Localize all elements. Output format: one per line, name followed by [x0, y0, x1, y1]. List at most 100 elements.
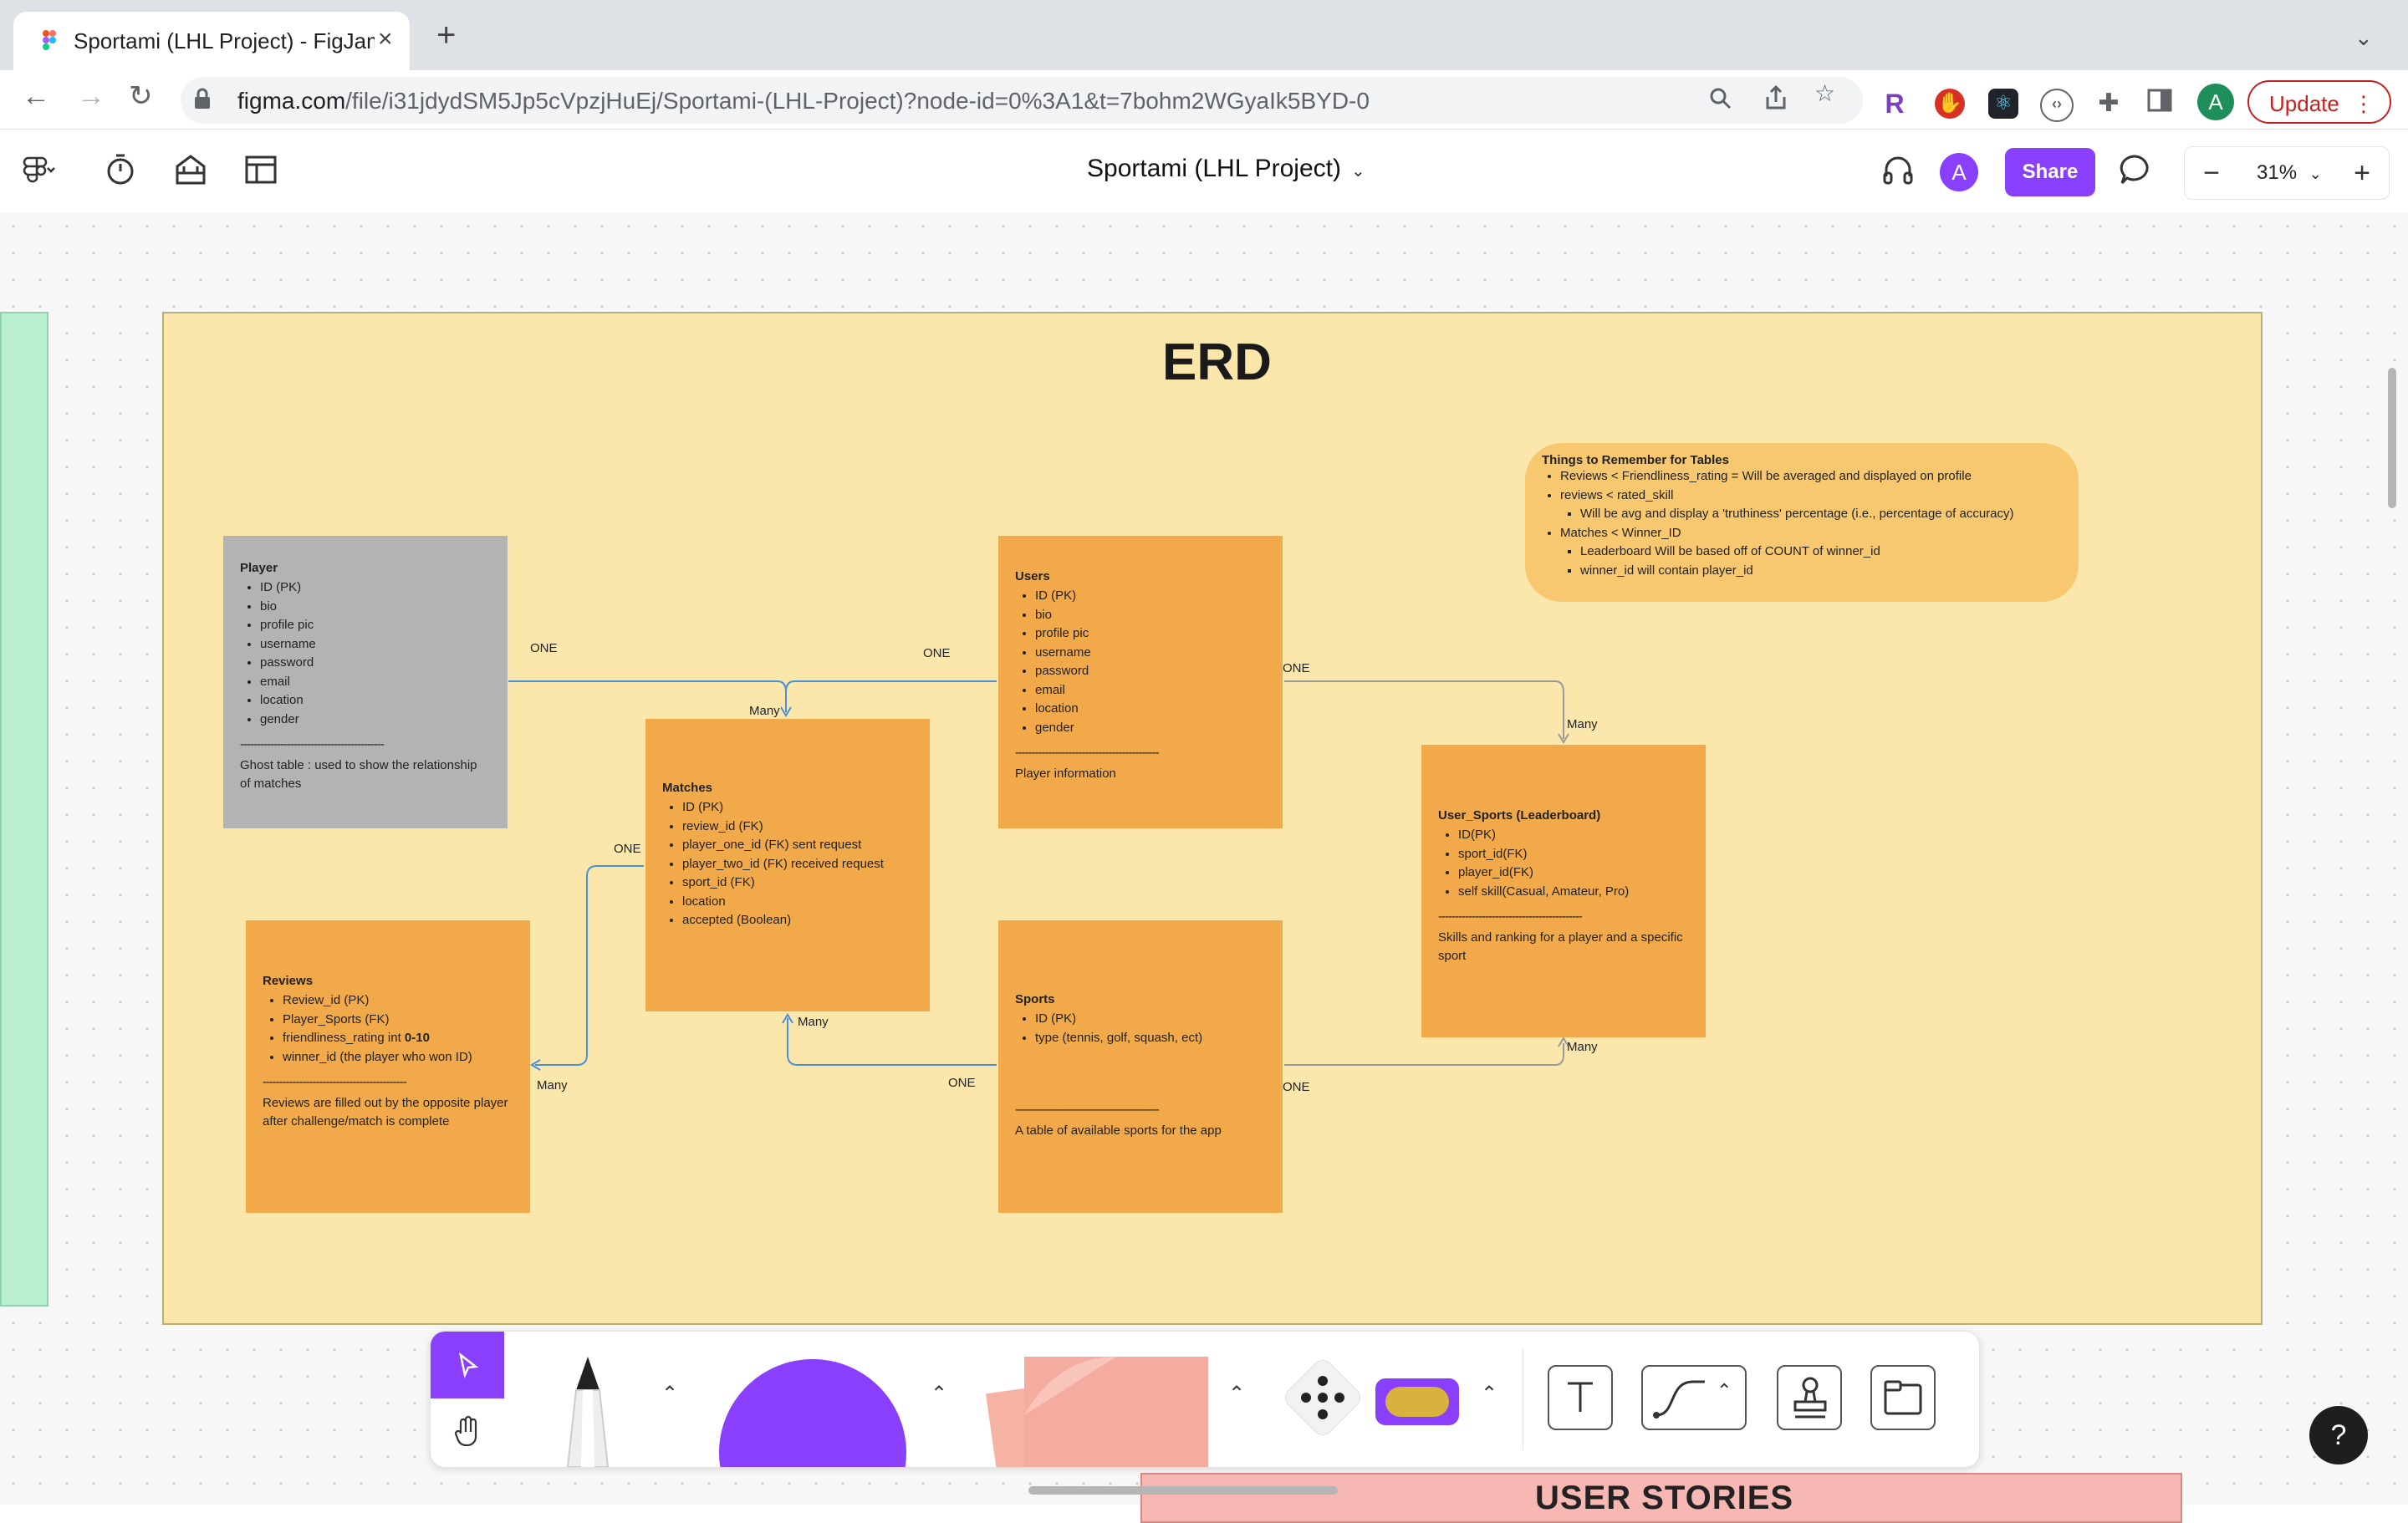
table-field: password	[1035, 662, 1266, 681]
table-field: player_one_id (FK) sent request	[682, 836, 913, 855]
user-stories-section[interactable]: USER STORIES	[1140, 1473, 2182, 1523]
layout-icon[interactable]	[242, 151, 279, 188]
extension-stop-icon[interactable]: ✋	[1935, 89, 1965, 119]
browser-tab-strip: Sportami (LHL Project) - FigJam × + ⌄	[0, 0, 2408, 70]
table-description: Player information	[1015, 767, 1116, 781]
comment-icon[interactable]	[2117, 151, 2154, 188]
table-field: bio	[1035, 606, 1266, 625]
extension-code-icon[interactable]: ‹›	[2040, 89, 2074, 122]
table-description: Skills and ranking for a player and a sp…	[1438, 930, 1683, 963]
creation-toolbar: ⌃ ⌃ ⌃ ⌃ ⌃	[430, 1331, 1980, 1468]
section-title: USER STORIES	[1535, 1480, 1794, 1516]
matches-table[interactable]: Matches ID (PK) review_id (FK) player_on…	[645, 719, 930, 1011]
table-separator: ----------------------------------------…	[1015, 746, 1160, 760]
marker-icon[interactable]	[554, 1357, 621, 1467]
address-bar[interactable]: figma.com/file/i31jdydSM5Jp5cVpzjHuEj/Sp…	[181, 77, 1863, 124]
search-icon[interactable]	[1709, 87, 1732, 110]
table-separator: ----------------------------------------…	[263, 1075, 407, 1089]
chevron-up-icon[interactable]: ⌃	[1717, 1380, 1732, 1402]
file-name-menu[interactable]: Sportami (LHL Project) ⌄	[1087, 155, 1365, 183]
table-field: location	[682, 893, 913, 912]
url-text: figma.com/file/i31jdydSM5Jp5cVpzjHuEj/Sp…	[237, 88, 1370, 114]
erd-title: ERD	[1162, 334, 1272, 391]
sports-table[interactable]: Sports ID (PK) type (tennis, golf, squas…	[998, 920, 1283, 1213]
text-tool[interactable]	[1548, 1365, 1613, 1430]
help-button[interactable]: ?	[2309, 1406, 2368, 1464]
table-field: profile pic	[1035, 624, 1266, 644]
profile-avatar[interactable]: A	[2197, 84, 2234, 120]
table-title: Matches	[662, 781, 713, 795]
table-description: Reviews are filled out by the opposite p…	[263, 1096, 508, 1128]
table-field: sport_id(FK)	[1458, 845, 1689, 864]
extensions-puzzle-icon[interactable]: ✚	[2094, 89, 2124, 119]
extension-r-icon[interactable]: R	[1880, 89, 1910, 119]
zoom-out-button[interactable]: −	[2185, 147, 2238, 199]
vertical-scrollbar[interactable]	[2388, 368, 2396, 508]
notes-sticky[interactable]: Things to Remember for Tables Reviews < …	[1525, 443, 2079, 602]
relation-label: ONE	[923, 646, 951, 660]
notes-subitem: winner_id will contain player_id	[1580, 562, 2062, 581]
browser-tab[interactable]: Sportami (LHL Project) - FigJam ×	[13, 12, 410, 70]
table-field: type (tennis, golf, squash, ect)	[1035, 1029, 1266, 1048]
table-field: ID (PK)	[260, 578, 491, 598]
reviews-table[interactable]: Reviews Review_id (PK) Player_Sports (FK…	[246, 920, 530, 1213]
update-button[interactable]: Update ⋮	[2247, 80, 2391, 124]
table-description: Ghost table : used to show the relations…	[240, 758, 477, 791]
chevron-up-icon[interactable]: ⌃	[931, 1382, 947, 1406]
widgets-icon[interactable]	[1374, 1377, 1461, 1427]
dice-icon[interactable]	[1285, 1360, 1360, 1435]
hand-tool[interactable]	[431, 1398, 504, 1467]
notes-subitem: Leaderboard Will be based off of COUNT o…	[1580, 542, 2062, 562]
notes-item: reviews < rated_skill Will be avg and di…	[1560, 486, 2062, 524]
users-table[interactable]: Users ID (PK) bio profile pic username p…	[998, 536, 1283, 828]
table-field: location	[1035, 700, 1266, 719]
new-tab-icon[interactable]: +	[436, 18, 456, 52]
timer-icon[interactable]	[102, 151, 139, 188]
side-panel-icon[interactable]	[2147, 89, 2172, 112]
relation-label: Many	[1567, 1040, 1598, 1054]
table-separator: ----------------------------------------…	[1015, 1103, 1160, 1117]
connector-tool[interactable]: ⌃	[1641, 1365, 1747, 1430]
collaborator-avatar[interactable]: A	[1940, 153, 1978, 191]
react-devtools-icon[interactable]: ⚛	[1988, 89, 2018, 119]
relation-label: Many	[537, 1078, 568, 1093]
section-tool[interactable]	[1870, 1365, 1936, 1430]
headphones-icon[interactable]	[1880, 151, 1916, 188]
table-field: accepted (Boolean)	[682, 911, 913, 930]
table-field: profile pic	[260, 616, 491, 635]
player-table[interactable]: Player ID (PK) bio profile pic username …	[223, 536, 508, 828]
select-tool[interactable]	[431, 1332, 504, 1398]
stamp-tool[interactable]	[1777, 1365, 1842, 1430]
tab-title: Sportami (LHL Project) - FigJam	[74, 28, 375, 53]
green-section[interactable]	[0, 312, 48, 1307]
table-field: ID (PK)	[682, 798, 913, 818]
table-field: Review_id (PK)	[283, 991, 513, 1011]
table-field: player_id(FK)	[1458, 863, 1689, 883]
stamp-icon	[1793, 1377, 1827, 1419]
chevron-up-icon[interactable]: ⌃	[1228, 1382, 1245, 1406]
chevron-up-icon[interactable]: ⌃	[661, 1382, 678, 1406]
shape-tool-icon[interactable]	[717, 1357, 909, 1467]
horizontal-scrollbar[interactable]	[1028, 1486, 1338, 1495]
figma-menu-icon[interactable]	[20, 151, 57, 188]
library-icon[interactable]	[172, 151, 209, 188]
sticky-note-icon[interactable]	[974, 1357, 1217, 1467]
more-vert-icon: ⋮	[2353, 91, 2375, 116]
table-field: email	[260, 673, 491, 692]
zoom-in-button[interactable]: +	[2335, 147, 2389, 199]
table-field: username	[260, 635, 491, 655]
reload-icon[interactable]: ↻	[129, 82, 153, 110]
share-button[interactable]: Share	[2005, 148, 2095, 196]
notes-item: Matches < Winner_ID Leaderboard Will be …	[1560, 524, 2062, 581]
close-tab-icon[interactable]: ×	[378, 25, 393, 53]
forward-icon[interactable]: →	[77, 82, 105, 110]
chevron-up-icon[interactable]: ⌃	[1481, 1382, 1497, 1406]
back-icon[interactable]: ←	[22, 82, 50, 110]
chevron-down-icon[interactable]: ⌄	[2354, 25, 2373, 51]
table-field: location	[260, 691, 491, 711]
user-sports-table[interactable]: User_Sports (Leaderboard) ID(PK) sport_i…	[1421, 745, 1706, 1037]
zoom-level[interactable]: 31% ⌄	[2257, 147, 2322, 199]
share-page-icon[interactable]	[1764, 85, 1788, 110]
zoom-control: − 31% ⌄ +	[2184, 146, 2390, 200]
bookmark-star-icon[interactable]: ☆	[1814, 82, 1835, 105]
